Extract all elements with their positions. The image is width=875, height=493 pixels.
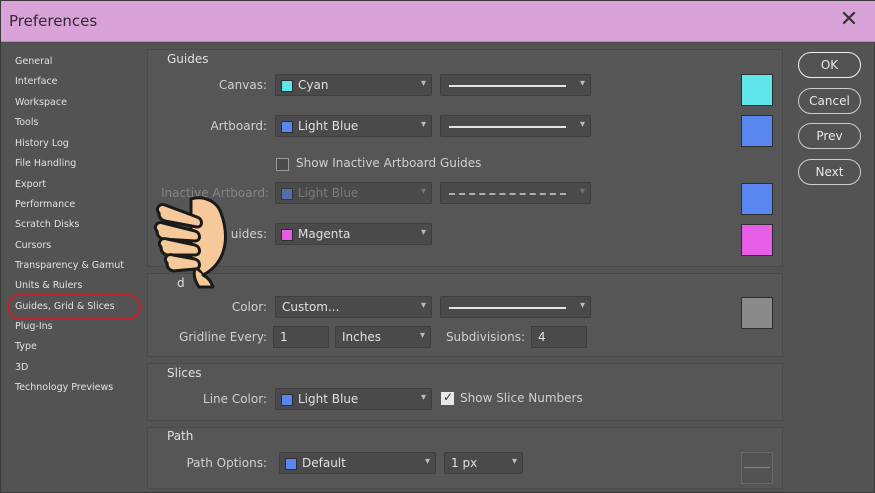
path-width-value: 1 px (451, 456, 478, 470)
sidebar-item-export[interactable]: Export (15, 178, 46, 192)
slice-line-color-swatch (281, 394, 293, 406)
artboard-color-value: Light Blue (298, 119, 359, 133)
sidebar: General Interface Workspace Tools Histor… (7, 49, 141, 489)
sidebar-item-transparency-gamut[interactable]: Transparency & Gamut (15, 259, 124, 273)
line-style-solid (449, 307, 566, 309)
cancel-button[interactable]: Cancel (798, 88, 861, 114)
path-width-select[interactable]: 1 px ▾ (444, 452, 523, 474)
grid-color-label: Color: (231, 300, 267, 314)
ok-button[interactable]: OK (798, 52, 861, 78)
show-inactive-artboard-guides-checkbox[interactable] (276, 158, 289, 171)
chevron-down-icon: ▾ (511, 456, 517, 467)
sidebar-item-tools[interactable]: Tools (15, 116, 38, 130)
guides-section-title: Guides (167, 52, 209, 66)
sidebar-item-scratch-disks[interactable]: Scratch Disks (15, 218, 79, 232)
slices-section-title: Slices (167, 366, 202, 380)
smart-guides-color-select[interactable]: Magenta ▾ (275, 223, 432, 245)
path-color-value: Default (302, 456, 346, 470)
canvas-color-select[interactable]: Cyan ▾ (275, 74, 432, 96)
slice-line-color-select[interactable]: Light Blue ▾ (275, 388, 432, 410)
line-style-dashed (449, 193, 566, 195)
inactive-artboard-color-chip[interactable] (741, 183, 773, 215)
artboard-color-select[interactable]: Light Blue ▾ (275, 115, 432, 137)
chevron-down-icon: ▾ (579, 78, 585, 89)
close-icon[interactable]: ✕ (838, 9, 860, 31)
path-options-label: Path Options: (186, 456, 267, 470)
chevron-down-icon: ▾ (579, 300, 585, 311)
sidebar-item-technology-previews[interactable]: Technology Previews (15, 381, 113, 395)
gridline-unit-value: Inches (342, 330, 381, 344)
inactive-artboard-color-select[interactable]: Light Blue ▾ (275, 182, 432, 204)
smart-guides-color-value: Magenta (298, 227, 351, 241)
sidebar-item-workspace[interactable]: Workspace (15, 96, 67, 110)
chevron-down-icon: ▾ (420, 78, 426, 89)
canvas-line-style-select[interactable]: ▾ (440, 74, 591, 96)
sidebar-item-units-rulers[interactable]: Units & Rulers (15, 279, 82, 293)
chevron-down-icon: ▾ (420, 392, 426, 403)
canvas-label: Canvas: (218, 78, 267, 92)
sidebar-item-guides-grid-slices[interactable]: Guides, Grid & Slices (15, 300, 115, 314)
sidebar-item-plug-ins[interactable]: Plug-Ins (15, 320, 53, 334)
artboard-color-swatch (281, 121, 293, 133)
sidebar-item-type[interactable]: Type (15, 340, 37, 354)
line-style-solid (449, 85, 566, 87)
canvas-color-chip[interactable] (741, 74, 773, 106)
sidebar-item-general[interactable]: General (15, 55, 52, 69)
window-title: Preferences (9, 12, 98, 30)
chevron-down-icon: ▾ (424, 456, 430, 467)
grid-line-style-select[interactable]: ▾ (440, 296, 591, 318)
path-color-swatch (285, 458, 297, 470)
smart-guides-color-chip[interactable] (741, 224, 773, 256)
show-slice-numbers-checkbox[interactable] (441, 390, 454, 405)
path-preview-line (744, 467, 770, 468)
path-preview-chip (741, 452, 773, 484)
grid-color-value: Custom... (282, 300, 340, 314)
chevron-down-icon: ▾ (579, 119, 585, 130)
path-section-title: Path (167, 429, 194, 443)
inactive-artboard-color-swatch (281, 188, 293, 200)
sidebar-item-file-handling[interactable]: File Handling (15, 157, 76, 171)
chevron-down-icon: ▾ (419, 330, 425, 341)
slice-line-color-label: Line Color: (203, 392, 267, 406)
chevron-down-icon: ▾ (420, 119, 426, 130)
sidebar-item-history-log[interactable]: History Log (15, 137, 69, 151)
next-button[interactable]: Next (798, 159, 861, 185)
gridline-unit-select[interactable]: Inches ▾ (335, 326, 431, 348)
canvas-color-swatch (281, 80, 293, 92)
smart-guides-color-swatch (281, 229, 293, 241)
sidebar-item-interface[interactable]: Interface (15, 75, 58, 89)
inactive-artboard-line-style-select[interactable]: ▾ (440, 182, 591, 204)
chevron-down-icon: ▾ (579, 186, 585, 197)
inactive-artboard-color-value: Light Blue (298, 186, 359, 200)
pointing-hand-icon (153, 196, 227, 289)
artboard-line-style-select[interactable]: ▾ (440, 115, 591, 137)
chevron-down-icon: ▾ (420, 300, 426, 311)
slice-line-color-value: Light Blue (298, 392, 359, 406)
sidebar-item-performance[interactable]: Performance (15, 198, 75, 212)
sidebar-item-cursors[interactable]: Cursors (15, 239, 51, 253)
gridline-every-label: Gridline Every: (179, 330, 267, 344)
title-bar: Preferences ✕ (1, 1, 875, 42)
subdivisions-input[interactable]: 4 (531, 326, 587, 348)
grid-color-chip[interactable] (741, 297, 773, 329)
line-style-solid (449, 126, 566, 128)
subdivisions-label: Subdivisions: (445, 330, 525, 344)
show-slice-numbers-label: Show Slice Numbers (460, 391, 583, 405)
chevron-down-icon: ▾ (420, 186, 426, 197)
artboard-label: Artboard: (210, 119, 267, 133)
show-inactive-artboard-guides-label: Show Inactive Artboard Guides (296, 156, 482, 170)
prev-button[interactable]: Prev (798, 123, 861, 149)
sidebar-item-3d[interactable]: 3D (15, 361, 28, 375)
grid-color-select[interactable]: Custom... ▾ (275, 296, 432, 318)
preferences-window: Preferences ✕ General Interface Workspac… (0, 0, 875, 493)
gridline-every-input[interactable]: 1 (273, 326, 329, 348)
chevron-down-icon: ▾ (420, 227, 426, 238)
path-color-select[interactable]: Default ▾ (279, 452, 436, 474)
canvas-color-value: Cyan (298, 78, 329, 92)
artboard-color-chip[interactable] (741, 115, 773, 147)
